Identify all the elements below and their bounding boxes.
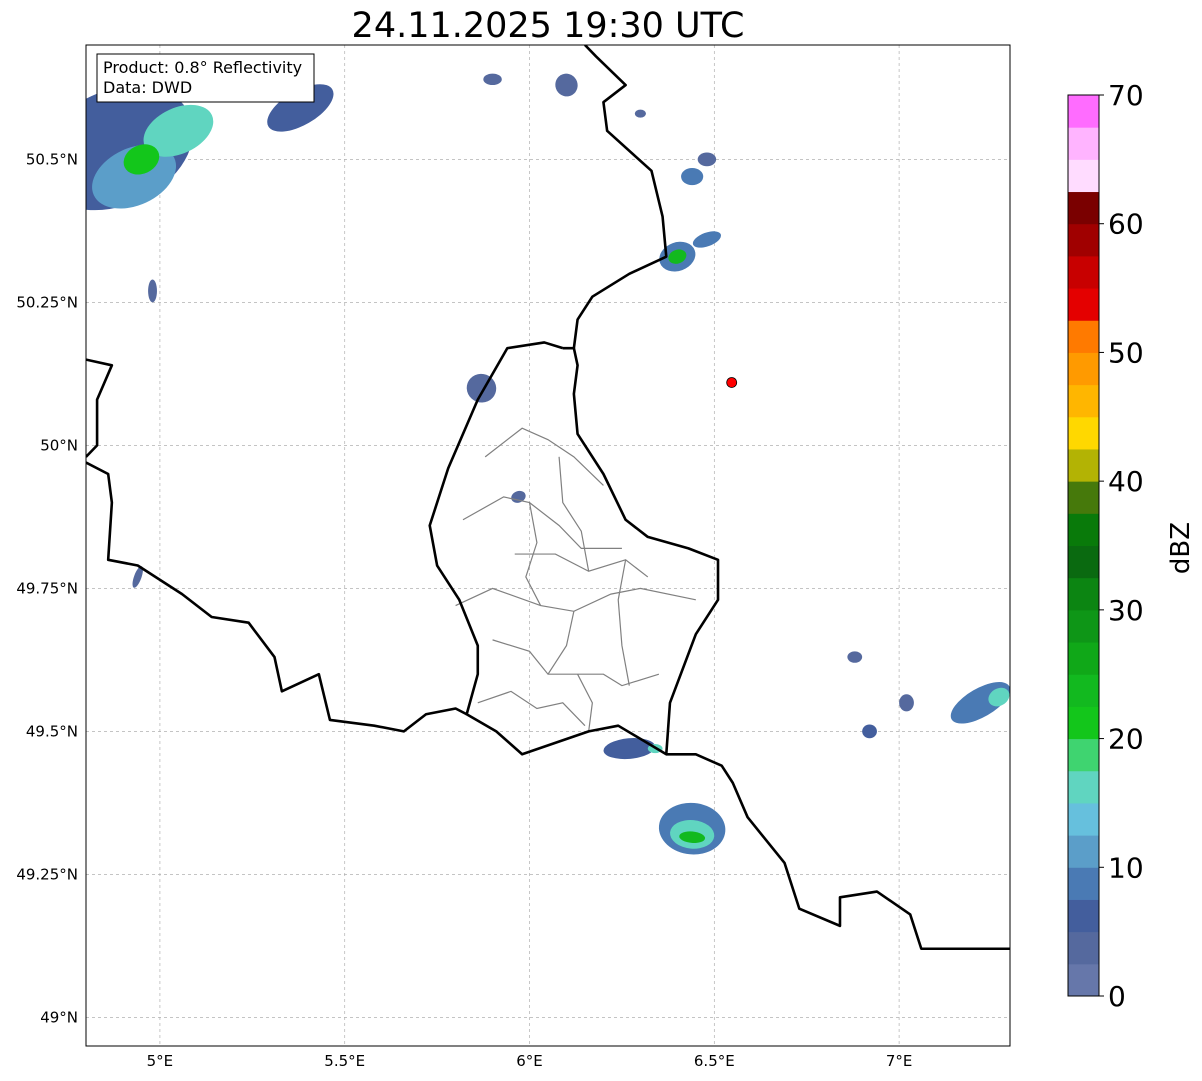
reflectivity-echo xyxy=(681,167,704,186)
info-box: Product: 0.8° Reflectivity Data: DWD xyxy=(96,53,315,103)
colorbar-tick-label: 0 xyxy=(1108,980,1126,1013)
colorbar-segment xyxy=(1068,255,1099,289)
lon-tick-label: 7°E xyxy=(886,1052,913,1070)
colorbar-segment xyxy=(1068,384,1099,418)
lat-tick-label: 50°N xyxy=(40,436,78,454)
colorbar-segment xyxy=(1068,513,1099,546)
colorbar-segment xyxy=(1068,577,1099,611)
colorbar-segment xyxy=(1068,835,1099,868)
colorbar-segment xyxy=(1068,706,1099,740)
lat-tick-label: 49.25°N xyxy=(16,865,78,883)
colorbar-segment xyxy=(1068,963,1099,997)
colorbar-tick-label: 20 xyxy=(1108,723,1144,756)
map-frame-background xyxy=(86,45,1010,1046)
lon-tick-label: 6.5°E xyxy=(694,1052,735,1070)
colorbar-segment xyxy=(1068,899,1099,933)
colorbar-segment xyxy=(1068,738,1099,772)
lat-tick-label: 49.5°N xyxy=(26,722,78,740)
colorbar-segment xyxy=(1068,802,1099,836)
colorbar-segment xyxy=(1068,545,1099,579)
colorbar-ticks: 0 10 20 30 40 50 60 70 xyxy=(1099,79,1144,1013)
colorbar-tick-label: 10 xyxy=(1108,851,1144,884)
colorbar-segment xyxy=(1068,159,1099,193)
colorbar-segment xyxy=(1068,674,1099,707)
lat-tick-label: 50.25°N xyxy=(16,293,78,311)
lat-tick-label: 50.5°N xyxy=(26,150,78,168)
reflectivity-echo xyxy=(148,279,157,303)
info-data: Data: DWD xyxy=(103,78,192,97)
reflectivity-echo xyxy=(847,651,863,663)
lon-tick-label: 6°E xyxy=(516,1052,543,1070)
radar-site-marker xyxy=(726,377,738,388)
colorbar-tick-label: 60 xyxy=(1108,208,1144,241)
colorbar-segment xyxy=(1068,352,1099,386)
colorbar-tick-label: 50 xyxy=(1108,336,1144,369)
reflectivity-echo xyxy=(634,109,646,118)
lat-tick-label: 49°N xyxy=(40,1008,78,1026)
colorbar-segment xyxy=(1068,867,1099,900)
colorbar-segment xyxy=(1068,448,1099,482)
colorbar-segment xyxy=(1068,770,1099,804)
latitude-tick-labels: 50.5°N 50.25°N 50°N 49.75°N 49.5°N 49.25°N 49°… xyxy=(16,150,78,1026)
colorbar-segment xyxy=(1068,931,1099,965)
reflectivity-echo xyxy=(862,724,877,739)
colorbar-tick-label: 70 xyxy=(1108,79,1144,112)
lon-tick-label: 5.5°E xyxy=(324,1052,365,1070)
radar-map: 5°E 5.5°E 6°E 6.5°E 7°E 50.5°N 50.25°N 50°N 49.… xyxy=(16,44,1196,1070)
colorbar-segment xyxy=(1068,642,1099,675)
reflectivity-echo xyxy=(697,152,717,167)
reflectivity-echo xyxy=(483,73,502,86)
info-product: Product: 0.8° Reflectivity xyxy=(103,58,302,77)
radar-site-dot xyxy=(726,377,738,388)
longitude-tick-labels: 5°E 5.5°E 6°E 6.5°E 7°E xyxy=(147,1052,913,1070)
colorbar-label: dBZ xyxy=(1166,522,1196,574)
colorbar-segment xyxy=(1068,609,1099,643)
colorbar xyxy=(1067,94,1100,997)
colorbar-segment xyxy=(1068,127,1099,160)
colorbar-segment xyxy=(1068,223,1099,257)
colorbar-segment xyxy=(1068,288,1099,321)
lat-tick-label: 49.75°N xyxy=(16,579,78,597)
colorbar-segment xyxy=(1068,320,1099,353)
colorbar-tick-label: 30 xyxy=(1108,594,1144,627)
colorbar-tick-label: 40 xyxy=(1108,465,1144,498)
lon-tick-label: 5°E xyxy=(147,1052,174,1070)
colorbar-segment xyxy=(1068,191,1099,225)
colorbar-segment xyxy=(1068,481,1099,514)
colorbar-segment xyxy=(1068,95,1099,128)
reflectivity-echo xyxy=(899,694,914,712)
colorbar-segment xyxy=(1068,416,1099,450)
